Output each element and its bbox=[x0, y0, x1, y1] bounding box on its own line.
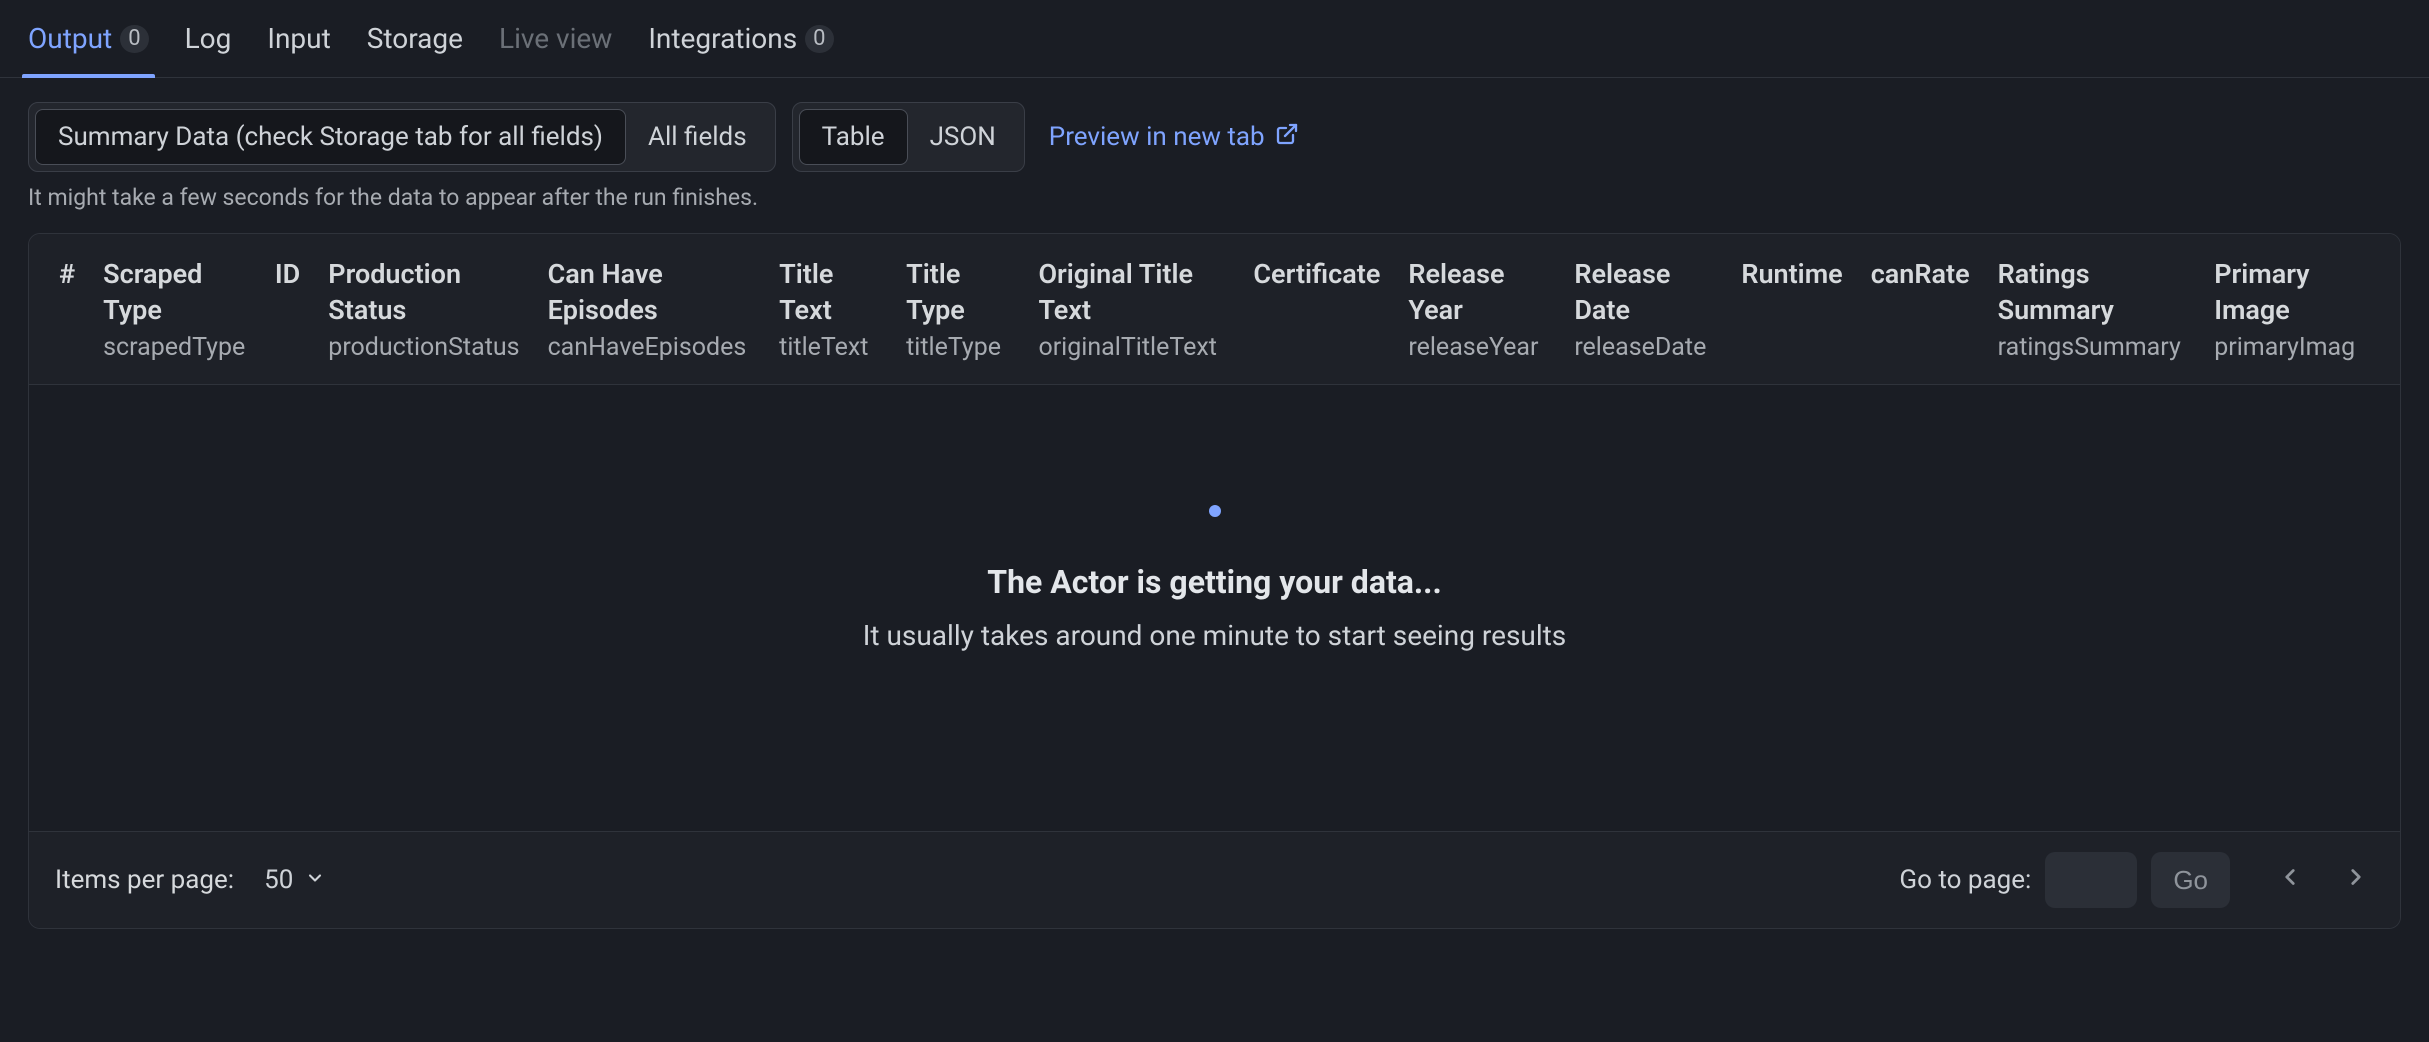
table-header: # Scraped Type scrapedType ID Production Sta… bbox=[29, 234, 2400, 385]
table-column-header[interactable]: # bbox=[45, 250, 89, 298]
column-code: titleType bbox=[906, 333, 1010, 362]
tab-live-view-label: Live view bbox=[499, 22, 612, 55]
column-label: Original Title Text bbox=[1038, 256, 1225, 329]
table-column-header[interactable]: Title Type titleType bbox=[892, 250, 1024, 368]
tab-log-label: Log bbox=[185, 22, 232, 55]
column-code: ratingsSummary bbox=[1998, 333, 2187, 362]
column-code: titleText bbox=[779, 333, 878, 362]
column-label: Title Type bbox=[906, 256, 1010, 329]
tab-live-view[interactable]: Live view bbox=[499, 22, 612, 77]
external-link-icon bbox=[1275, 122, 1299, 153]
table-column-header[interactable]: Primary Image primaryImag bbox=[2200, 250, 2384, 368]
field-toggle-summary[interactable]: Summary Data (check Storage tab for all … bbox=[35, 109, 626, 165]
tab-input-label: Input bbox=[267, 22, 330, 55]
loading-subtitle: It usually takes around one minute to st… bbox=[863, 619, 1567, 652]
tab-integrations-label: Integrations bbox=[648, 22, 797, 55]
tabs-nav: Output 0 Log Input Storage Live view Int… bbox=[0, 0, 2429, 78]
items-per-page: Items per page: 50 bbox=[55, 859, 335, 901]
tab-output[interactable]: Output 0 bbox=[28, 22, 149, 77]
column-label: Runtime bbox=[1741, 256, 1842, 292]
tab-output-badge: 0 bbox=[120, 25, 148, 53]
goto-page-input[interactable] bbox=[2045, 852, 2137, 908]
column-code: primaryImag bbox=[2214, 333, 2370, 362]
chevron-left-icon bbox=[2277, 864, 2303, 896]
loading-title: The Actor is getting your data... bbox=[987, 563, 1442, 601]
column-code: canHaveEpisodes bbox=[548, 333, 752, 362]
goto-page: Go to page: Go bbox=[1899, 852, 2374, 908]
column-label: Title Text bbox=[779, 256, 878, 329]
page-nav-arrows bbox=[2272, 862, 2374, 898]
tab-integrations-badge: 0 bbox=[805, 25, 833, 53]
column-code: scrapedType bbox=[103, 333, 247, 362]
table-column-header[interactable]: Certificate bbox=[1239, 250, 1394, 298]
column-code: productionStatus bbox=[328, 333, 519, 362]
tab-integrations[interactable]: Integrations 0 bbox=[648, 22, 833, 77]
tab-output-label: Output bbox=[28, 22, 112, 55]
table-column-header[interactable]: canRate bbox=[1857, 250, 1984, 298]
column-label: Can Have Episodes bbox=[548, 256, 752, 329]
column-code: originalTitleText bbox=[1038, 333, 1225, 362]
table-body-loading: The Actor is getting your data... It usu… bbox=[29, 385, 2400, 831]
loading-hint: It might take a few seconds for the data… bbox=[28, 184, 2401, 211]
items-per-page-label: Items per page: bbox=[55, 865, 234, 895]
view-toggle: Table JSON bbox=[792, 102, 1025, 172]
table-column-header[interactable]: Runtime bbox=[1727, 250, 1856, 298]
table-column-header[interactable]: Release Year releaseYear bbox=[1394, 250, 1560, 368]
table-column-header[interactable]: Scraped Type scrapedType bbox=[89, 250, 261, 368]
table-column-header[interactable]: Can Have Episodes canHaveEpisodes bbox=[534, 250, 766, 368]
items-per-page-value: 50 bbox=[264, 865, 293, 895]
table-panel: # Scraped Type scrapedType ID Production Sta… bbox=[28, 233, 2401, 929]
table-column-header[interactable]: Original Title Text originalTitleText bbox=[1024, 250, 1239, 368]
column-code: releaseDate bbox=[1574, 333, 1713, 362]
view-toggle-json[interactable]: JSON bbox=[908, 109, 1018, 165]
field-toggle: Summary Data (check Storage tab for all … bbox=[28, 102, 776, 172]
column-code: releaseYear bbox=[1408, 333, 1546, 362]
pagination-bar: Items per page: 50 Go to page: Go bbox=[29, 831, 2400, 928]
column-label: Certificate bbox=[1253, 256, 1380, 292]
column-label: Primary Image bbox=[2214, 256, 2370, 329]
prev-page-button[interactable] bbox=[2272, 862, 2308, 898]
column-label: Ratings Summary bbox=[1998, 256, 2187, 329]
column-label: # bbox=[59, 256, 75, 292]
table-column-header[interactable]: ID bbox=[261, 250, 314, 298]
column-label: Release Date bbox=[1574, 256, 1713, 329]
column-label: ID bbox=[275, 256, 300, 292]
field-toggle-all[interactable]: All fields bbox=[626, 109, 769, 165]
table-column-header[interactable]: Ratings Summary ratingsSummary bbox=[1984, 250, 2201, 368]
chevron-right-icon bbox=[2343, 864, 2369, 896]
column-label: Release Year bbox=[1408, 256, 1546, 329]
column-label: canRate bbox=[1871, 256, 1970, 292]
table-column-header[interactable]: Title Text titleText bbox=[765, 250, 892, 368]
column-label: Scraped Type bbox=[103, 256, 247, 329]
view-toggle-table[interactable]: Table bbox=[799, 109, 908, 165]
spinner-icon bbox=[1209, 505, 1221, 517]
column-label: Production Status bbox=[328, 256, 519, 329]
tab-storage-label: Storage bbox=[367, 22, 463, 55]
tab-input[interactable]: Input bbox=[267, 22, 330, 77]
next-page-button[interactable] bbox=[2338, 862, 2374, 898]
items-per-page-select[interactable]: 50 bbox=[254, 859, 335, 901]
controls-row: Summary Data (check Storage tab for all … bbox=[28, 102, 2401, 172]
go-button[interactable]: Go bbox=[2151, 852, 2230, 908]
table-column-header[interactable]: Production Status productionStatus bbox=[314, 250, 533, 368]
tab-storage[interactable]: Storage bbox=[367, 22, 463, 77]
preview-in-new-tab-link[interactable]: Preview in new tab bbox=[1049, 122, 1299, 153]
tab-log[interactable]: Log bbox=[185, 22, 232, 77]
chevron-down-icon bbox=[305, 865, 325, 895]
goto-page-label: Go to page: bbox=[1899, 865, 2031, 895]
controls-area: Summary Data (check Storage tab for all … bbox=[0, 78, 2429, 221]
table-column-header[interactable]: Release Date releaseDate bbox=[1560, 250, 1727, 368]
preview-link-label: Preview in new tab bbox=[1049, 122, 1265, 152]
